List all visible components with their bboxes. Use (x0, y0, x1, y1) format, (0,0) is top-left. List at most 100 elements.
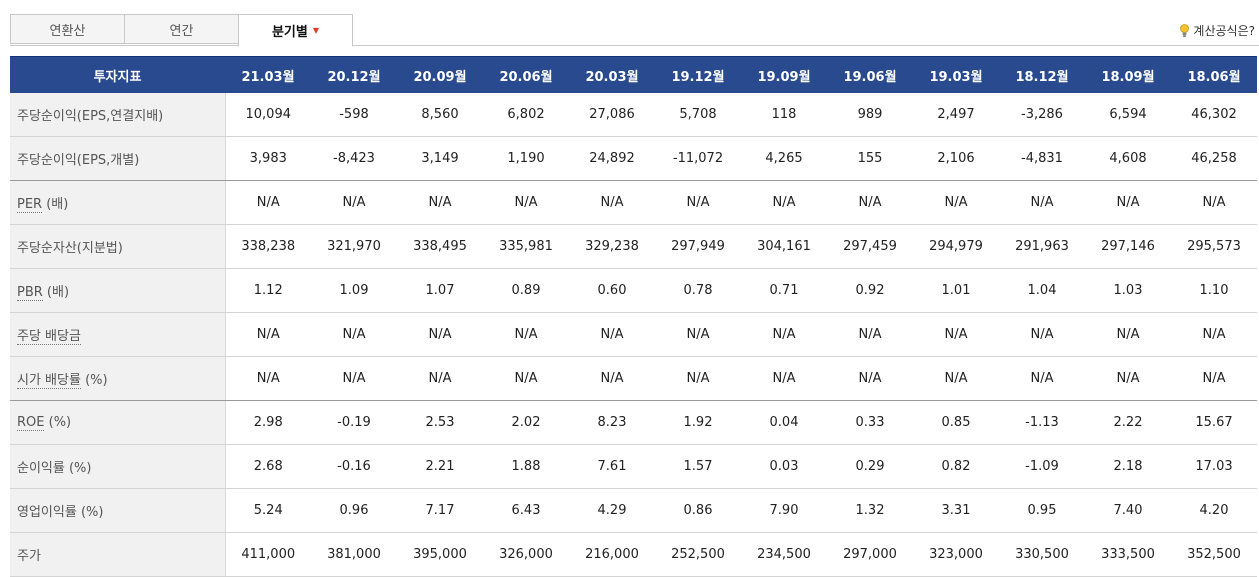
value-cell: 0.96 (311, 488, 397, 533)
value-cell: 15.67 (1171, 400, 1257, 445)
value-cell: 118 (741, 93, 827, 137)
value-cell: 329,238 (569, 224, 655, 269)
indicator-term-link[interactable]: PBR (17, 285, 43, 301)
table-row: 주당 배당금 N/A N/A N/A N/A N/A N/A N/A N/A N/A N/A N/A N… (10, 312, 1257, 357)
value-cell: N/A (1085, 356, 1171, 401)
indicator-term-link[interactable]: 주당 배당금 (17, 329, 81, 345)
value-cell: N/A (397, 356, 483, 401)
value-cell: N/A (741, 312, 827, 357)
indicator-term-link[interactable]: PER (17, 197, 43, 213)
header-period: 19.09월 (741, 56, 827, 93)
tab-divider (10, 45, 1259, 46)
tab-label: 연간 (169, 23, 194, 39)
value-cell: 1.07 (397, 268, 483, 313)
value-cell: 8,560 (397, 93, 483, 137)
header-indicator: 투자지표 (10, 56, 225, 93)
value-cell: 0.71 (741, 268, 827, 313)
value-cell: 1.10 (1171, 268, 1257, 313)
value-cell: 46,258 (1171, 136, 1257, 181)
value-cell: 295,573 (1171, 224, 1257, 269)
value-cell: N/A (311, 180, 397, 225)
value-cell: N/A (655, 180, 741, 225)
value-cell: -0.16 (311, 444, 397, 489)
value-cell: -0.19 (311, 400, 397, 445)
value-cell: 291,963 (999, 224, 1085, 269)
table-row: 주당순이익(EPS,연결지배) 10,094 -598 8,560 6,802 27,08… (10, 93, 1257, 137)
value-cell: 2.68 (225, 444, 311, 489)
table-row: 주가 411,000 381,000 395,000 326,000 216,000 252… (10, 532, 1257, 577)
row-label: 주당순이익(EPS,개별) (10, 136, 226, 181)
table-row: 시가 배당률 (%) N/A N/A N/A N/A N/A N/A N/A N/A N/A N/A… (10, 356, 1257, 401)
value-cell: N/A (225, 356, 311, 401)
value-cell: 0.95 (999, 488, 1085, 533)
value-cell: 297,949 (655, 224, 741, 269)
header-period: 21.03월 (225, 56, 311, 93)
value-cell: 7.40 (1085, 488, 1171, 533)
table-body: 주당순이익(EPS,연결지배) 10,094 -598 8,560 6,802 27,08… (10, 93, 1257, 577)
value-cell: N/A (1171, 180, 1257, 225)
indicator-unit: (배) (42, 285, 70, 300)
header-period: 20.03월 (569, 56, 655, 93)
value-cell: 2.21 (397, 444, 483, 489)
value-cell: N/A (827, 312, 913, 357)
value-cell: N/A (999, 356, 1085, 401)
value-cell: 2.98 (225, 400, 311, 445)
value-cell: N/A (999, 180, 1085, 225)
header-period: 18.06월 (1171, 56, 1257, 93)
formula-help-text: 계산공식은? (1193, 24, 1255, 38)
value-cell: 2.18 (1085, 444, 1171, 489)
value-cell: N/A (1085, 180, 1171, 225)
value-cell: 0.04 (741, 400, 827, 445)
value-cell: 0.92 (827, 268, 913, 313)
tab-annualized[interactable]: 연환산 (10, 14, 125, 44)
value-cell: 17.03 (1171, 444, 1257, 489)
value-cell: 10,094 (225, 93, 311, 137)
value-cell: 1.12 (225, 268, 311, 313)
value-cell: 4,265 (741, 136, 827, 181)
tab-quarterly[interactable]: 분기별 ▼ (238, 14, 353, 47)
value-cell: 6.43 (483, 488, 569, 533)
value-cell: N/A (1171, 312, 1257, 357)
value-cell: N/A (827, 180, 913, 225)
value-cell: N/A (397, 312, 483, 357)
value-cell: 1.01 (913, 268, 999, 313)
value-cell: 6,594 (1085, 93, 1171, 137)
value-cell: N/A (483, 356, 569, 401)
value-cell: 1.57 (655, 444, 741, 489)
value-cell: 0.89 (483, 268, 569, 313)
tab-annual[interactable]: 연간 (124, 14, 239, 44)
formula-help-link[interactable]: 계산공식은? (1180, 22, 1255, 39)
value-cell: N/A (1171, 356, 1257, 401)
value-cell: N/A (913, 312, 999, 357)
value-cell: 0.29 (827, 444, 913, 489)
value-cell: 234,500 (741, 532, 827, 577)
value-cell: 2,106 (913, 136, 999, 181)
value-cell: 8.23 (569, 400, 655, 445)
value-cell: 46,302 (1171, 93, 1257, 137)
value-cell: 411,000 (225, 532, 311, 577)
value-cell: -8,423 (311, 136, 397, 181)
value-cell: 2.02 (483, 400, 569, 445)
value-cell: 0.85 (913, 400, 999, 445)
value-cell: 2.53 (397, 400, 483, 445)
value-cell: 1.32 (827, 488, 913, 533)
indicator-term-link[interactable]: 시가 배당률 (17, 373, 81, 389)
value-cell: 333,500 (1085, 532, 1171, 577)
indicator-name: 순이익률 (17, 461, 65, 476)
value-cell: 1.03 (1085, 268, 1171, 313)
value-cell: -3,286 (999, 93, 1085, 137)
value-cell: 5.24 (225, 488, 311, 533)
value-cell: -4,831 (999, 136, 1085, 181)
value-cell: N/A (999, 312, 1085, 357)
indicator-unit: (%) (76, 505, 104, 520)
value-cell: N/A (1085, 312, 1171, 357)
indicator-term-link[interactable]: ROE (17, 415, 45, 431)
value-cell: 0.03 (741, 444, 827, 489)
table-row: ROE (%) 2.98 -0.19 2.53 2.02 8.23 1.92 0.04 0.33… (10, 400, 1257, 445)
row-label: 주당순자산(지분법) (10, 224, 226, 269)
value-cell: 7.17 (397, 488, 483, 533)
indicator-unit: (배) (42, 197, 69, 212)
value-cell: 0.78 (655, 268, 741, 313)
value-cell: 321,970 (311, 224, 397, 269)
row-label: PBR (배) (10, 268, 226, 313)
